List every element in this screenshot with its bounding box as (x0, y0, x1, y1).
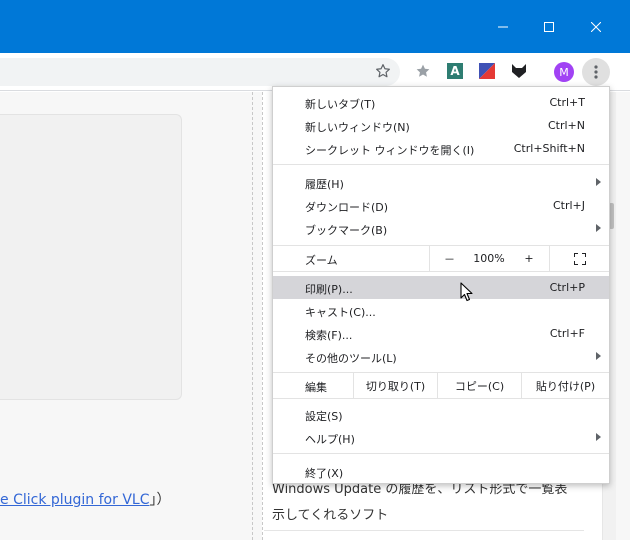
cut-button[interactable]: 切り取り(T) (353, 373, 437, 398)
zoom-in-button[interactable]: + (509, 246, 549, 271)
menu-item-zoom: ズーム － 100% + (273, 246, 609, 271)
bookmark-star-button[interactable] (372, 60, 394, 82)
close-icon (591, 21, 601, 32)
menu-item-edit: 編集 切り取り(T) コピー(C) 貼り付け(P) (273, 373, 609, 398)
menu-item-exit[interactable]: 終了(X) (273, 460, 609, 483)
chevron-right-icon (596, 352, 601, 360)
divider (262, 92, 263, 540)
avatar[interactable]: M (554, 62, 574, 82)
chrome-main-menu: 新しいタブ(T) Ctrl+T 新しいウィンドウ(N) Ctrl+N シークレット … (272, 86, 610, 484)
menu-separator (273, 453, 609, 454)
zoom-level: 100% (473, 252, 505, 265)
star-filled-icon (416, 64, 430, 77)
chevron-right-icon (596, 224, 601, 232)
menu-item-print[interactable]: 印刷(P)... Ctrl+P (273, 276, 609, 299)
link-suffix: 」） (149, 492, 171, 508)
chevron-right-icon (596, 178, 601, 186)
fullscreen-button[interactable] (549, 246, 609, 271)
more-vert-icon (594, 65, 598, 79)
mouse-cursor-icon (460, 282, 473, 302)
paste-button[interactable]: 貼り付け(P) (521, 373, 609, 398)
maximize-button[interactable] (526, 0, 572, 53)
menu-item-help[interactable]: ヘルプ(H) (273, 426, 609, 449)
extension-fox-button[interactable] (508, 60, 530, 82)
menu-item-incognito[interactable]: シークレット ウィンドウを開く(I) Ctrl+Shift+N (273, 137, 609, 160)
star-outline-icon (376, 64, 390, 78)
minimize-icon (498, 26, 508, 27)
menu-item-new-window[interactable]: 新しいウィンドウ(N) Ctrl+N (273, 114, 609, 137)
minimize-button[interactable] (480, 0, 526, 53)
fullscreen-icon (573, 252, 586, 265)
menu-separator (273, 164, 609, 165)
fox-icon (512, 64, 526, 78)
letter-a-icon: A (447, 63, 463, 79)
content-panel (0, 114, 182, 400)
copy-button[interactable]: コピー(C) (437, 373, 521, 398)
divider (264, 530, 584, 531)
bookmark-extension-button[interactable] (412, 60, 434, 82)
extension-flag-button[interactable] (476, 60, 498, 82)
article-description: 示してくれるソフト (272, 508, 389, 523)
menu-item-downloads[interactable]: ダウンロード(D) Ctrl+J (273, 194, 609, 217)
extension-a-button[interactable]: A (444, 60, 466, 82)
article-link-row: e Click plugin for VLC」） (0, 489, 170, 509)
article-link[interactable]: e Click plugin for VLC (0, 492, 149, 508)
menu-item-settings[interactable]: 設定(S) (273, 403, 609, 426)
menu-item-find[interactable]: 検索(F)... Ctrl+F (273, 322, 609, 345)
menu-item-bookmarks[interactable]: ブックマーク(B) (273, 217, 609, 240)
menu-item-new-tab[interactable]: 新しいタブ(T) Ctrl+T (273, 91, 609, 114)
zoom-out-button[interactable]: － (429, 246, 469, 271)
divider (252, 92, 253, 540)
menu-separator (273, 398, 609, 399)
menu-item-cast[interactable]: キャスト(C)... (273, 299, 609, 322)
menu-item-more-tools[interactable]: その他のツール(L) (273, 345, 609, 368)
menu-item-history[interactable]: 履歴(H) (273, 171, 609, 194)
maximize-icon (544, 21, 554, 32)
chrome-menu-button[interactable] (582, 58, 610, 86)
address-bar[interactable] (0, 58, 400, 86)
flag-icon (479, 63, 495, 79)
menu-separator (273, 271, 609, 272)
close-button[interactable] (573, 0, 619, 53)
chevron-right-icon (596, 433, 601, 441)
